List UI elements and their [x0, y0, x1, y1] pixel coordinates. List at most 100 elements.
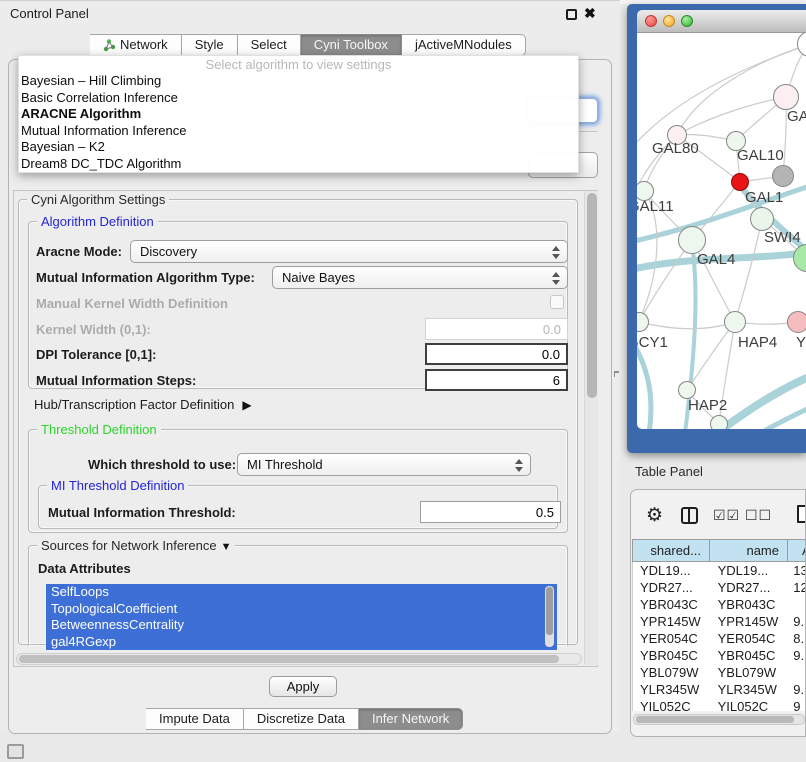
data-attribute-item[interactable]: SelfLoops [46, 584, 557, 601]
mi-steps-input[interactable] [425, 369, 568, 391]
hub-definition-expander[interactable]: Hub/Transcription Factor Definition▶ [34, 397, 252, 412]
table-row[interactable]: YBL079W YBL079W [633, 664, 806, 681]
minimize-traffic-light-icon[interactable] [663, 15, 675, 27]
control-panel-tab[interactable]: Cyni Toolbox [301, 34, 402, 56]
data-attribute-item[interactable]: TopologicalCoefficient [46, 601, 557, 618]
close-traffic-light-icon[interactable] [645, 15, 657, 27]
control-panel-tab[interactable]: Style [182, 34, 238, 56]
aracne-mode-value: Discovery [140, 244, 197, 259]
control-panel-tab[interactable]: jActiveMNodules [402, 34, 526, 56]
table-row[interactable]: YBR045C YBR045C 9. [633, 647, 806, 664]
network-node-label: GAL1 [745, 189, 783, 206]
screen: Control Panel ✖ Network Style [0, 0, 806, 762]
network-window-titlebar[interactable] [637, 10, 806, 33]
aracne-mode-select[interactable]: Discovery [130, 240, 568, 263]
network-node[interactable] [710, 415, 728, 429]
data-attribute-item[interactable]: gal4RGexp [46, 634, 557, 651]
table-row[interactable]: YBR043C YBR043C [633, 596, 806, 613]
tab-label: Style [195, 35, 224, 55]
table-horizontal-scrollbar[interactable] [633, 714, 805, 725]
network-node[interactable] [772, 165, 794, 187]
combo-spinner-icon [514, 458, 523, 473]
which-threshold-select[interactable]: MI Threshold [237, 453, 531, 476]
table-row[interactable]: YLR345W YLR345W 9. [633, 681, 806, 698]
unselect-all-columns-icon[interactable]: ☐☐ [745, 507, 772, 524]
select-all-columns-icon[interactable]: ☑☑ [713, 507, 740, 524]
control-panel-tab[interactable]: Select [238, 34, 301, 56]
combo-spinner-icon [551, 271, 560, 286]
kernel-width-input[interactable] [425, 318, 568, 340]
column-header[interactable]: A [788, 539, 806, 562]
collapse-arrow-icon: ▼ [221, 541, 232, 553]
mi-threshold-label: Mutual Information Threshold: [48, 505, 236, 520]
data-attribute-item[interactable]: BetweennessCentrality [46, 617, 557, 634]
network-icon [103, 39, 116, 52]
algorithm-option[interactable]: Basic Correlation Inference [19, 90, 578, 107]
data-attributes-list[interactable]: SelfLoopsTopologicalCoefficientBetweenne… [46, 584, 557, 650]
float-window-icon[interactable] [566, 9, 577, 20]
manual-kernel-checkbox[interactable] [550, 295, 564, 309]
control-panel-titlebar: Control Panel ✖ [0, 1, 620, 27]
table-toolbar: ⚙ ☑☑ ☐☐ [631, 498, 805, 534]
table-panel: ⚙ ☑☑ ☐☐ shared... name A YDL19... YDL19.… [630, 489, 806, 737]
settings-horizontal-scrollbar[interactable] [16, 653, 582, 665]
column-header[interactable]: name [710, 539, 788, 562]
collapsed-panel-button[interactable] [7, 744, 24, 759]
group-title: Sources for Network Inference▼ [37, 538, 235, 553]
zoom-traffic-light-icon[interactable] [681, 15, 693, 27]
manual-kernel-label: Manual Kernel Width Definition [36, 296, 228, 311]
algorithm-popup-list: Bayesian – Hill ClimbingBasic Correlatio… [19, 73, 578, 172]
mi-type-select[interactable]: Naive Bayes [272, 266, 568, 289]
table-row[interactable]: YDR27... YDR27... 12 [633, 579, 806, 596]
data-attributes-label: Data Attributes [38, 561, 131, 576]
table-row[interactable]: YDL19... YDL19... 13 [633, 562, 806, 579]
settings-vertical-scrollbar[interactable] [584, 191, 598, 665]
algorithm-option[interactable]: Dream8 DC_TDC Algorithm [19, 156, 578, 173]
network-node[interactable] [678, 226, 706, 254]
algorithm-option[interactable]: ARACNE Algorithm [19, 106, 578, 123]
columns-icon[interactable] [681, 507, 698, 524]
mi-threshold-input[interactable] [420, 501, 561, 523]
algorithm-option[interactable]: Bayesian – K2 [19, 139, 578, 156]
column-header[interactable]: shared... [632, 539, 710, 562]
network-canvas[interactable]: GALGAL80GAL10GAL1GAL11SWI4GAL4GCY1HAP4YH… [637, 33, 806, 429]
tab-label: Select [251, 35, 287, 55]
cyni-bottom-tab[interactable]: Discretize Data [244, 708, 359, 730]
network-node[interactable] [724, 311, 746, 333]
mi-type-label: Mutual Information Algorithm Type: [36, 270, 255, 285]
table-row[interactable]: YER054C YER054C 8. [633, 630, 806, 647]
cyni-bottom-tabs: Impute Data Discretize Data Infer Networ… [146, 708, 463, 730]
network-node-label: HAP4 [738, 334, 777, 351]
algorithm-option[interactable]: Bayesian – Hill Climbing [19, 73, 578, 90]
table-row[interactable]: YPR145W YPR145W 9. [633, 613, 806, 630]
apply-button[interactable]: Apply [269, 676, 337, 697]
panel-divider-grip[interactable] [614, 371, 619, 377]
network-node-label: GCY1 [637, 334, 668, 351]
mi-steps-label: Mutual Information Steps: [36, 373, 196, 388]
attribute-list-scrollbar[interactable] [545, 586, 554, 647]
network-node[interactable] [750, 207, 774, 231]
algorithm-option[interactable]: Mutual Information Inference [19, 123, 578, 140]
cyni-bottom-tab[interactable]: Infer Network [359, 708, 463, 730]
network-node[interactable] [773, 84, 799, 110]
tab-label: jActiveMNodules [415, 35, 512, 55]
table-row[interactable]: YIL052C YIL052C 9 [633, 698, 806, 711]
group-title: Threshold Definition [37, 422, 161, 437]
hub-definition-label: Hub/Transcription Factor Definition [34, 397, 234, 412]
close-icon[interactable]: ✖ [584, 5, 596, 22]
dpi-tolerance-input[interactable] [425, 343, 568, 365]
table-panel-title: Table Panel [635, 464, 703, 479]
network-node-label: Y [796, 334, 806, 351]
network-node[interactable] [787, 311, 806, 333]
hidden-groupbox-edge [576, 131, 598, 132]
tab-label: Cyni Toolbox [314, 35, 388, 55]
tab-label: Network [120, 35, 168, 55]
gear-icon[interactable]: ⚙ [646, 504, 663, 527]
control-panel-tab[interactable]: Network [90, 34, 182, 56]
which-threshold-label: Which threshold to use: [88, 457, 236, 472]
network-node-label: HAP2 [688, 397, 727, 414]
export-table-icon[interactable] [797, 505, 806, 523]
cyni-bottom-tab[interactable]: Impute Data [146, 708, 244, 730]
network-node-label: GAL80 [652, 140, 699, 157]
network-node-label: SWI4 [764, 229, 801, 246]
